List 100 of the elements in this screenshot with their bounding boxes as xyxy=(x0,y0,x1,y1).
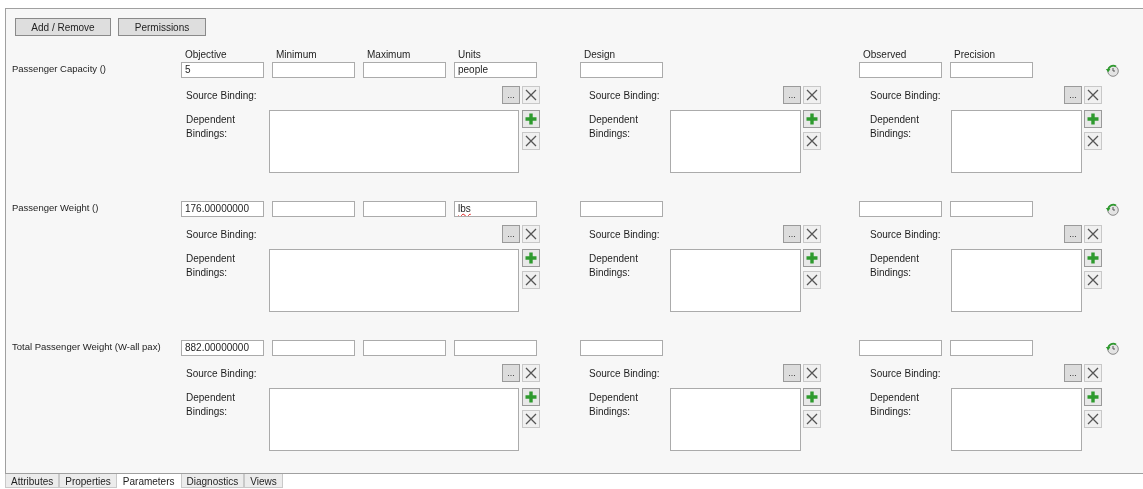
browse-button[interactable]: ... xyxy=(502,86,520,104)
remove-icon xyxy=(525,413,537,425)
reset-icon[interactable] xyxy=(1105,341,1119,355)
input-field[interactable] xyxy=(950,340,1033,356)
plus-icon xyxy=(525,391,537,403)
input-field[interactable] xyxy=(272,340,355,356)
add-button[interactable] xyxy=(522,249,540,267)
tab[interactable]: Diagnostics xyxy=(180,474,245,488)
parameter-name: Passenger Capacity () xyxy=(12,62,106,76)
column-header: Precision xyxy=(953,48,997,60)
input-field[interactable] xyxy=(272,201,355,217)
source-binding-label: Source Binding: xyxy=(870,368,941,379)
input-field[interactable] xyxy=(454,340,537,356)
source-binding-label: Source Binding: xyxy=(870,90,941,101)
remove-icon xyxy=(806,367,818,379)
browse-button[interactable]: ... xyxy=(502,225,520,243)
clear-button[interactable] xyxy=(1084,225,1102,243)
add-button[interactable] xyxy=(1084,388,1102,406)
tab[interactable]: Properties xyxy=(59,474,117,488)
plus-icon xyxy=(1087,252,1099,264)
browse-button[interactable]: ... xyxy=(783,225,801,243)
input-field[interactable]: 5 xyxy=(181,62,264,78)
input-field[interactable] xyxy=(859,340,942,356)
remove-icon xyxy=(525,89,537,101)
input-field[interactable] xyxy=(272,62,355,78)
remove-icon xyxy=(525,367,537,379)
dependent-bindings-label: Dependent Bindings: xyxy=(870,113,920,141)
dependent-bindings-label: Dependent Bindings: xyxy=(186,252,236,280)
plus-icon xyxy=(1087,391,1099,403)
remove-button[interactable] xyxy=(522,132,540,150)
clear-button[interactable] xyxy=(803,364,821,382)
reset-icon[interactable] xyxy=(1105,202,1119,216)
remove-button[interactable] xyxy=(1084,271,1102,289)
plus-icon xyxy=(806,252,818,264)
remove-icon xyxy=(525,228,537,240)
input-field[interactable]: 882.00000000 xyxy=(181,340,264,356)
remove-button[interactable] xyxy=(803,132,821,150)
input-field[interactable] xyxy=(580,201,663,217)
add-button[interactable] xyxy=(1084,110,1102,128)
tab[interactable]: Views xyxy=(244,474,283,488)
column-header: Observed xyxy=(862,48,908,60)
input-field[interactable] xyxy=(363,340,446,356)
add-button[interactable] xyxy=(803,110,821,128)
plus-icon xyxy=(525,252,537,264)
source-binding-label: Source Binding: xyxy=(186,90,257,101)
remove-button[interactable] xyxy=(522,410,540,428)
remove-icon xyxy=(806,135,818,147)
toolbar-button[interactable]: Add / Remove xyxy=(15,18,111,36)
browse-button[interactable]: ... xyxy=(502,364,520,382)
clear-button[interactable] xyxy=(803,225,821,243)
remove-button[interactable] xyxy=(1084,132,1102,150)
remove-button[interactable] xyxy=(1084,410,1102,428)
reset-icon[interactable] xyxy=(1105,63,1119,77)
input-field[interactable] xyxy=(859,62,942,78)
toolbar-button[interactable]: Permissions xyxy=(118,18,206,36)
add-button[interactable] xyxy=(803,388,821,406)
source-binding-label: Source Binding: xyxy=(186,368,257,379)
clear-button[interactable] xyxy=(522,364,540,382)
source-binding-label: Source Binding: xyxy=(186,229,257,240)
input-field[interactable]: people xyxy=(454,62,537,78)
clear-button[interactable] xyxy=(1084,364,1102,382)
plus-icon xyxy=(525,113,537,125)
input-field[interactable] xyxy=(950,201,1033,217)
add-button[interactable] xyxy=(522,388,540,406)
browse-button[interactable]: ... xyxy=(783,364,801,382)
tab[interactable]: Attributes xyxy=(5,474,60,488)
input-field[interactable]: 176.00000000 xyxy=(181,201,264,217)
input-field[interactable] xyxy=(363,62,446,78)
column-header: Units xyxy=(457,48,482,60)
input-field[interactable] xyxy=(950,62,1033,78)
browse-button[interactable]: ... xyxy=(1064,86,1082,104)
clear-button[interactable] xyxy=(522,225,540,243)
remove-icon xyxy=(806,228,818,240)
add-button[interactable] xyxy=(522,110,540,128)
remove-icon xyxy=(525,274,537,286)
remove-icon xyxy=(806,413,818,425)
source-binding-label: Source Binding: xyxy=(589,229,660,240)
dependent-bindings-label: Dependent Bindings: xyxy=(589,252,639,280)
remove-icon xyxy=(1087,228,1099,240)
remove-button[interactable] xyxy=(803,271,821,289)
add-button[interactable] xyxy=(1084,249,1102,267)
clear-button[interactable] xyxy=(522,86,540,104)
input-field[interactable] xyxy=(363,201,446,217)
clear-button[interactable] xyxy=(1084,86,1102,104)
plus-icon xyxy=(1087,113,1099,125)
browse-button[interactable]: ... xyxy=(1064,364,1082,382)
input-field[interactable] xyxy=(580,62,663,78)
dependent-bindings-label: Dependent Bindings: xyxy=(870,391,920,419)
plus-icon xyxy=(806,113,818,125)
remove-button[interactable] xyxy=(522,271,540,289)
browse-button[interactable]: ... xyxy=(1064,225,1082,243)
column-header: Design xyxy=(583,48,617,60)
browse-button[interactable]: ... xyxy=(783,86,801,104)
clear-button[interactable] xyxy=(803,86,821,104)
add-button[interactable] xyxy=(803,249,821,267)
input-field[interactable]: lbs xyxy=(454,201,537,217)
dependent-bindings-label: Dependent Bindings: xyxy=(589,113,639,141)
remove-button[interactable] xyxy=(803,410,821,428)
input-field[interactable] xyxy=(580,340,663,356)
input-field[interactable] xyxy=(859,201,942,217)
